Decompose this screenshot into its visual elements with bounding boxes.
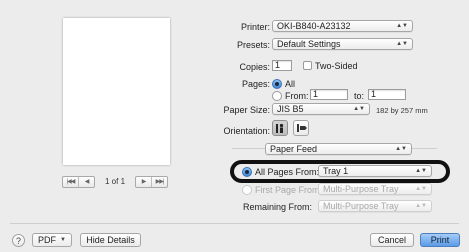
page-indicator: 1 of 1 xyxy=(105,177,126,186)
next-page-button[interactable]: ▶ xyxy=(136,176,153,187)
up-down-arrows-icon: ▲▼ xyxy=(353,106,365,112)
paper-size-dimensions: 182 by 257 mm xyxy=(376,106,428,115)
previous-page-button[interactable]: ◀ xyxy=(79,177,94,187)
first-page-from-value: Multi-Purpose Tray xyxy=(323,184,399,194)
up-down-arrows-icon: ▲▼ xyxy=(395,146,407,152)
section-menu-select[interactable]: Paper Feed ▲▼ xyxy=(265,143,412,155)
up-down-arrows-icon: ▲▼ xyxy=(396,23,408,29)
copies-label: Copies: xyxy=(239,62,270,72)
last-page-button[interactable]: ▶▶| xyxy=(152,177,167,187)
presets-select[interactable]: Default Settings ▲▼ xyxy=(272,38,413,50)
help-button[interactable]: ? xyxy=(12,234,25,247)
portrait-orientation-button[interactable] xyxy=(272,120,288,136)
two-sided-label: Two-Sided xyxy=(315,61,358,71)
portrait-icon xyxy=(276,123,284,133)
up-down-arrows-icon: ▲▼ xyxy=(415,203,427,209)
cancel-button[interactable]: Cancel xyxy=(370,233,414,247)
landscape-orientation-button[interactable] xyxy=(293,120,309,136)
first-page-button[interactable]: |◀◀ xyxy=(63,176,79,187)
printer-select[interactable]: OKI-B840-A23132 ▲▼ xyxy=(272,20,413,32)
first-page-from-label: First Page From: xyxy=(255,185,323,195)
presets-label: Presets: xyxy=(236,40,270,50)
pages-from-label: From: xyxy=(285,91,309,101)
paper-size-label: Paper Size: xyxy=(223,105,270,115)
page-preview xyxy=(63,18,170,165)
up-down-arrows-icon: ▲▼ xyxy=(415,186,427,192)
printer-label: Printer: xyxy=(240,22,270,32)
presets-value: Default Settings xyxy=(277,39,341,49)
pages-from-radio[interactable] xyxy=(272,91,282,101)
pages-all-radio[interactable] xyxy=(272,79,282,89)
pdf-label: PDF xyxy=(38,235,57,245)
all-pages-from-label: All Pages From: xyxy=(255,167,320,177)
pages-all-label: All xyxy=(285,79,296,89)
preview-nav-forward-group: ▶ ▶▶| xyxy=(135,175,169,188)
remaining-from-label: Remaining From: xyxy=(242,202,312,212)
up-down-arrows-icon: ▲▼ xyxy=(396,41,408,47)
all-pages-from-radio[interactable] xyxy=(242,167,252,177)
landscape-icon xyxy=(296,124,307,132)
section-menu-value: Paper Feed xyxy=(270,144,318,154)
paper-size-value: JIS B5 xyxy=(277,104,304,114)
pages-from-field[interactable]: 1 xyxy=(310,89,348,100)
all-pages-from-select[interactable]: Tray 1 ▲▼ xyxy=(318,165,432,177)
two-sided-checkbox[interactable] xyxy=(303,61,312,70)
hide-details-button[interactable]: Hide Details xyxy=(80,233,141,247)
dropdown-arrow-icon: ▼ xyxy=(60,237,66,243)
printer-value: OKI-B840-A23132 xyxy=(277,21,351,31)
footer-divider xyxy=(10,223,459,224)
pdf-menu-button[interactable]: PDF ▼ xyxy=(32,233,72,247)
first-page-from-radio[interactable] xyxy=(242,185,252,195)
all-pages-from-value: Tray 1 xyxy=(323,166,349,176)
paper-size-select[interactable]: JIS B5 ▲▼ xyxy=(272,103,370,115)
remaining-from-select[interactable]: Multi-Purpose Tray ▲▼ xyxy=(318,200,432,212)
remaining-from-value: Multi-Purpose Tray xyxy=(323,201,399,211)
up-down-arrows-icon: ▲▼ xyxy=(415,168,427,174)
copies-field[interactable]: 1 xyxy=(272,60,292,71)
pages-to-field[interactable]: 1 xyxy=(368,89,406,100)
first-page-from-select[interactable]: Multi-Purpose Tray ▲▼ xyxy=(318,183,432,195)
pages-label: Pages: xyxy=(241,79,270,89)
preview-pager: |◀◀ ◀ 1 of 1 ▶ ▶▶| xyxy=(62,175,169,188)
pages-to-label: to: xyxy=(354,91,365,101)
preview-nav-back-group: |◀◀ ◀ xyxy=(62,175,95,188)
print-button[interactable]: Print xyxy=(420,233,460,247)
orientation-label: Orientation: xyxy=(223,126,270,136)
